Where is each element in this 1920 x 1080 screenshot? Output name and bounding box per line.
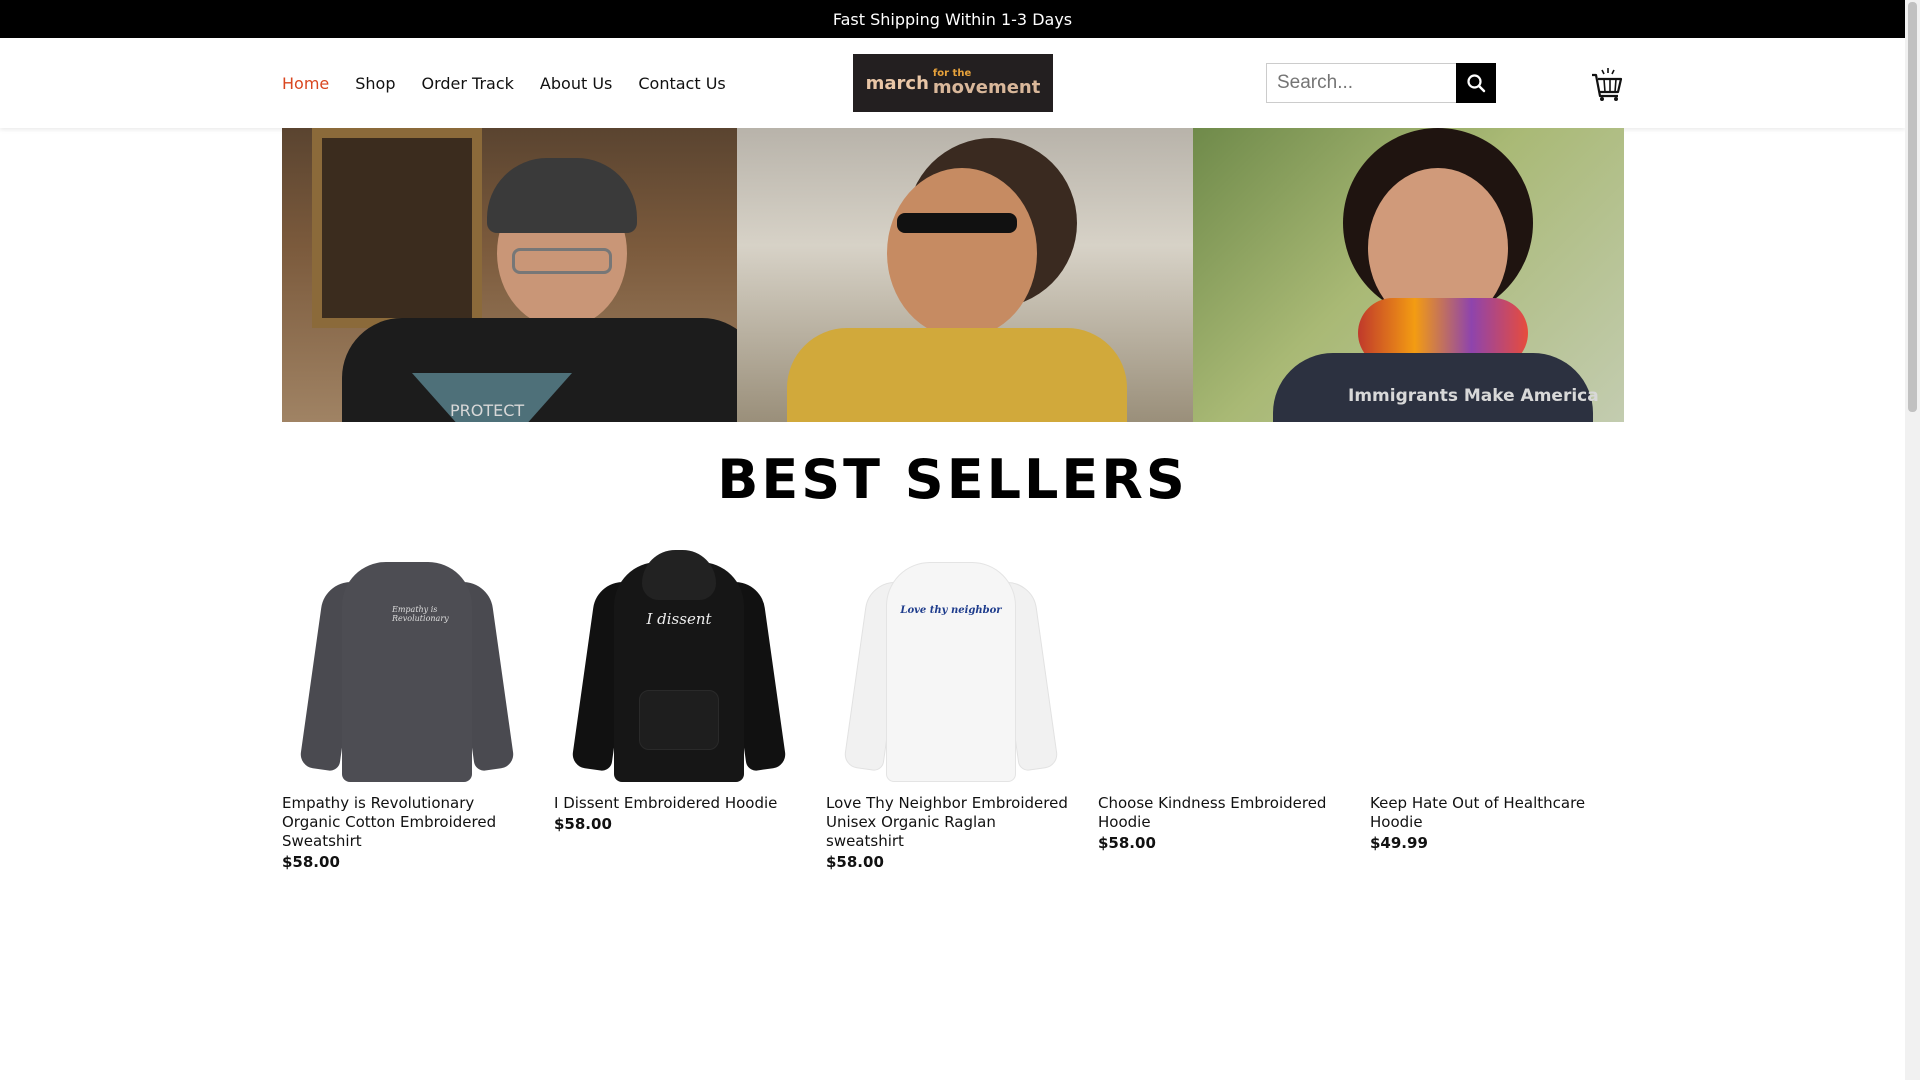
product-price: $58.00: [282, 853, 340, 871]
beanie: [487, 158, 637, 233]
search-button[interactable]: [1456, 63, 1496, 103]
sweatshirt-body: [342, 562, 472, 782]
product-image[interactable]: [1370, 540, 1622, 790]
embroidery-text: Empathy is Revolutionary: [392, 605, 449, 623]
page-scrollbar[interactable]: [1905, 0, 1920, 1080]
search-form: [1266, 63, 1496, 103]
site-logo[interactable]: march for the movement: [853, 54, 1053, 112]
product-name[interactable]: Choose Kindness Embroidered Hoodie: [1098, 794, 1350, 832]
sunglasses: [897, 213, 1017, 233]
product-card[interactable]: Choose Kindness Embroidered Hoodie $58.0…: [1098, 540, 1350, 871]
nav-order-track[interactable]: Order Track: [422, 74, 514, 93]
product-card[interactable]: Empathy is Revolutionary Empathy is Revo…: [282, 540, 534, 871]
nav-home[interactable]: Home: [282, 74, 329, 93]
product-name[interactable]: Empathy is Revolutionary Organic Cotton …: [282, 794, 534, 851]
product-price: $58.00: [826, 853, 884, 871]
shirt-text-immigrants: Immigrants Make America: [1348, 386, 1599, 406]
logo-word-march: march: [865, 72, 929, 94]
product-card[interactable]: Love thy neighbor Love Thy Neighbor Embr…: [826, 540, 1078, 871]
product-price: $58.00: [1098, 834, 1156, 852]
shirt-text-protect: PROTECT: [450, 401, 525, 420]
search-icon: [1467, 74, 1486, 93]
announcement-bar: Fast Shipping Within 1-3 Days: [0, 0, 1905, 38]
product-name[interactable]: Keep Hate Out of Healthcare Hoodie: [1370, 794, 1622, 832]
scrollbar-thumb[interactable]: [1908, 2, 1917, 412]
hero-panel-man-beanie: PROTECT: [282, 128, 737, 422]
glasses: [512, 248, 612, 274]
best-sellers-heading: BEST SELLERS: [717, 448, 1188, 511]
product-image[interactable]: Love thy neighbor: [826, 540, 1078, 790]
product-name[interactable]: Love Thy Neighbor Embroidered Unisex Org…: [826, 794, 1078, 851]
nav-contact-us[interactable]: Contact Us: [638, 74, 725, 93]
bookshelf: [312, 128, 482, 328]
embroidery-text: I dissent: [646, 610, 712, 628]
product-card[interactable]: Keep Hate Out of Healthcare Hoodie $49.9…: [1370, 540, 1622, 871]
shopping-cart-icon: [1592, 68, 1623, 101]
product-image[interactable]: I dissent: [554, 540, 806, 790]
product-card[interactable]: I dissent I Dissent Embroidered Hoodie $…: [554, 540, 806, 871]
product-grid: Empathy is Revolutionary Empathy is Revo…: [282, 540, 1622, 871]
product-image[interactable]: Empathy is Revolutionary: [282, 540, 534, 790]
main-nav: Home Shop Order Track About Us Contact U…: [282, 38, 726, 128]
hero-panel-woman-scarf: Immigrants Make America: [1193, 128, 1624, 422]
product-price: $58.00: [554, 815, 612, 833]
logo-word-movement: movement: [932, 77, 1041, 98]
woman-head: [887, 168, 1037, 338]
product-name[interactable]: I Dissent Embroidered Hoodie: [554, 794, 806, 813]
sweatshirt-body: [886, 562, 1016, 782]
announcement-text: Fast Shipping Within 1-3 Days: [832, 9, 1073, 29]
woman-shirt-yellow: [787, 328, 1127, 422]
product-image[interactable]: [1098, 540, 1350, 790]
hoodie-hood: [642, 550, 716, 600]
hero-panel-woman-sunglasses: [737, 128, 1193, 422]
cart-button[interactable]: [1590, 66, 1624, 102]
product-price: $49.99: [1370, 834, 1428, 852]
search-input[interactable]: [1266, 63, 1456, 103]
hero-banner[interactable]: PROTECT Immigrants Make America: [282, 128, 1624, 422]
nav-shop[interactable]: Shop: [355, 74, 395, 93]
nav-about-us[interactable]: About Us: [540, 74, 612, 93]
embroidery-text: Love thy neighbor: [900, 605, 1002, 616]
hoodie-pocket: [639, 690, 719, 750]
site-header: Home Shop Order Track About Us Contact U…: [0, 38, 1905, 128]
